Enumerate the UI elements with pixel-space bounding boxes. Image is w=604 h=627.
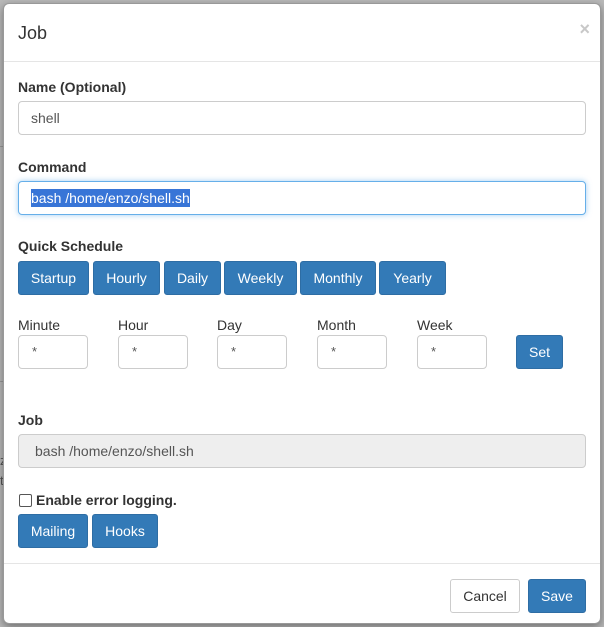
month-input[interactable]: * — [317, 335, 387, 369]
day-input[interactable]: * — [217, 335, 287, 369]
weekly-button[interactable]: Weekly — [224, 261, 297, 295]
command-input[interactable]: bash /home/enzo/shell.sh — [18, 181, 586, 215]
job-label: Job — [18, 412, 43, 428]
job-modal: Job × Name (Optional) shell Command bash… — [3, 3, 601, 624]
modal-footer-divider — [4, 563, 600, 564]
name-input[interactable]: shell — [18, 101, 586, 135]
yearly-button[interactable]: Yearly — [379, 261, 446, 295]
name-input-value: shell — [31, 110, 60, 126]
job-output: bash /home/enzo/shell.sh — [18, 434, 586, 468]
mailing-button[interactable]: Mailing — [18, 514, 88, 548]
job-output-value: bash /home/enzo/shell.sh — [35, 443, 194, 459]
save-button[interactable]: Save — [528, 579, 586, 613]
command-label: Command — [18, 159, 87, 175]
hour-input[interactable]: * — [118, 335, 188, 369]
week-input[interactable]: * — [417, 335, 487, 369]
week-label: Week — [417, 317, 453, 333]
set-button[interactable]: Set — [516, 335, 563, 369]
modal-header: Job × — [4, 4, 600, 62]
month-label: Month — [317, 317, 356, 333]
error-logging-label: Enable error logging. — [36, 492, 177, 508]
command-input-value: bash /home/enzo/shell.sh — [31, 189, 190, 207]
hourly-button[interactable]: Hourly — [93, 261, 160, 295]
quick-schedule-label: Quick Schedule — [18, 238, 124, 254]
name-label: Name (Optional) — [18, 79, 127, 95]
hour-label: Hour — [118, 317, 149, 333]
monthly-button[interactable]: Monthly — [300, 261, 376, 295]
cancel-button[interactable]: Cancel — [450, 579, 520, 613]
close-icon[interactable]: × — [579, 20, 590, 38]
minute-label: Minute — [18, 317, 61, 333]
minute-input[interactable]: * — [18, 335, 88, 369]
day-label: Day — [217, 317, 242, 333]
hooks-button[interactable]: Hooks — [92, 514, 158, 548]
error-logging-checkbox[interactable] — [19, 494, 32, 507]
startup-button[interactable]: Startup — [18, 261, 89, 295]
daily-button[interactable]: Daily — [164, 261, 221, 295]
modal-title: Job — [18, 23, 48, 43]
